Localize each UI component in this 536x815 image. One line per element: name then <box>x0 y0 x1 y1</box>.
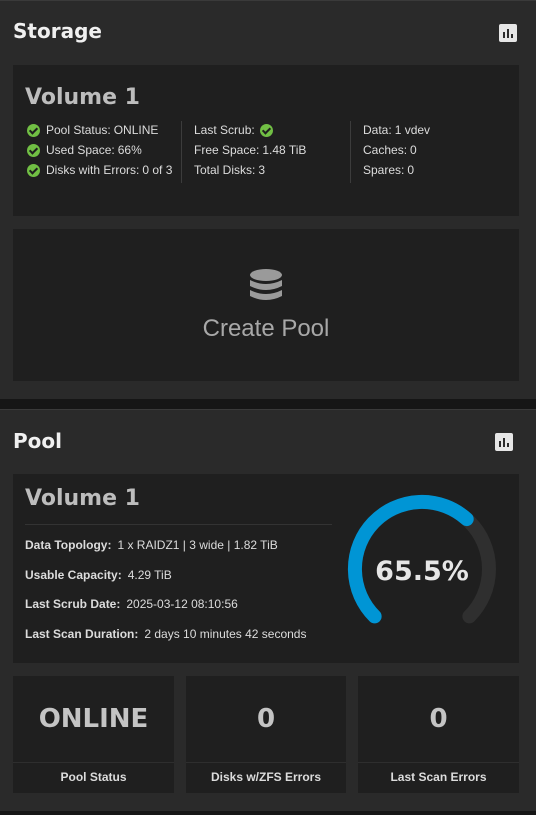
divider <box>25 524 332 525</box>
divider <box>181 121 182 183</box>
pool-card: Pool Volume 1 Data Topology: 1 x RAIDZ1 |… <box>0 409 536 811</box>
create-pool-label: Create Pool <box>202 315 330 342</box>
check-circle-icon <box>27 163 40 177</box>
free-space-stat: Free Space: 1.48 TiB <box>194 143 307 157</box>
bar-chart-icon <box>503 29 513 38</box>
scan-errors-tile: 0 Last Scan Errors <box>358 676 519 793</box>
pool-status-stat: Pool Status: ONLINE <box>27 123 158 137</box>
caches-stat: Caches: 0 <box>363 143 417 157</box>
data-stat: Data: 1 vdev <box>363 123 431 137</box>
used-space-stat: Used Space: 66% <box>27 143 142 157</box>
scan-errors-value: 0 <box>429 704 448 734</box>
data-topology-row: Data Topology: 1 x RAIDZ1 | 3 wide | 1.82… <box>25 538 278 552</box>
create-pool-button[interactable]: Create Pool <box>13 229 519 381</box>
database-icon <box>250 269 282 300</box>
pool-status-label: Pool Status <box>60 770 127 784</box>
storage-title: Storage <box>13 19 102 43</box>
usage-percent-label: 65.5% <box>375 556 469 587</box>
check-circle-icon <box>27 143 40 157</box>
create-pool-panel: Create Pool <box>13 229 519 381</box>
disks-errors-stat: Disks with Errors: 0 of 3 <box>27 163 172 177</box>
spares-stat: Spares: 0 <box>363 163 415 177</box>
pool-reports-button[interactable] <box>495 433 513 451</box>
divider <box>358 762 519 763</box>
pool-status-tile: ONLINE Pool Status <box>13 676 174 793</box>
storage-reports-button[interactable] <box>499 24 517 42</box>
divider <box>13 762 174 763</box>
usable-capacity-row: Usable Capacity: 4.29 TiB <box>25 568 172 582</box>
pool-details-panel: Volume 1 Data Topology: 1 x RAIDZ1 | 3 wi… <box>13 474 519 663</box>
pool-name: Volume 1 <box>25 486 140 511</box>
volume-name: Volume 1 <box>25 85 140 110</box>
total-disks-stat: Total Disks: 3 <box>194 163 266 177</box>
usage-gauge: 65.5% <box>347 494 496 624</box>
divider <box>186 762 346 763</box>
check-circle-icon <box>27 123 40 137</box>
last-scrub-date-row: Last Scrub Date: 2025-03-12 08:10:56 <box>25 597 238 611</box>
pool-title: Pool <box>13 429 62 453</box>
zfs-errors-tile: 0 Disks w/ZFS Errors <box>186 676 346 793</box>
check-circle-icon <box>259 123 273 137</box>
divider <box>350 121 351 183</box>
scan-errors-label: Last Scan Errors <box>390 770 487 784</box>
last-scrub-stat: Last Scrub: <box>194 123 279 137</box>
storage-card: Storage Volume 1 Pool Status: ONLINE Use… <box>0 0 536 399</box>
zfs-errors-value: 0 <box>256 704 276 734</box>
bar-chart-icon <box>499 438 509 447</box>
pool-status-value: ONLINE <box>38 704 149 734</box>
last-scan-duration-row: Last Scan Duration: 2 days 10 minutes 42 … <box>25 627 307 641</box>
volume-summary-panel: Volume 1 Pool Status: ONLINE Used Space:… <box>13 65 519 216</box>
zfs-errors-label: Disks w/ZFS Errors <box>210 770 322 784</box>
